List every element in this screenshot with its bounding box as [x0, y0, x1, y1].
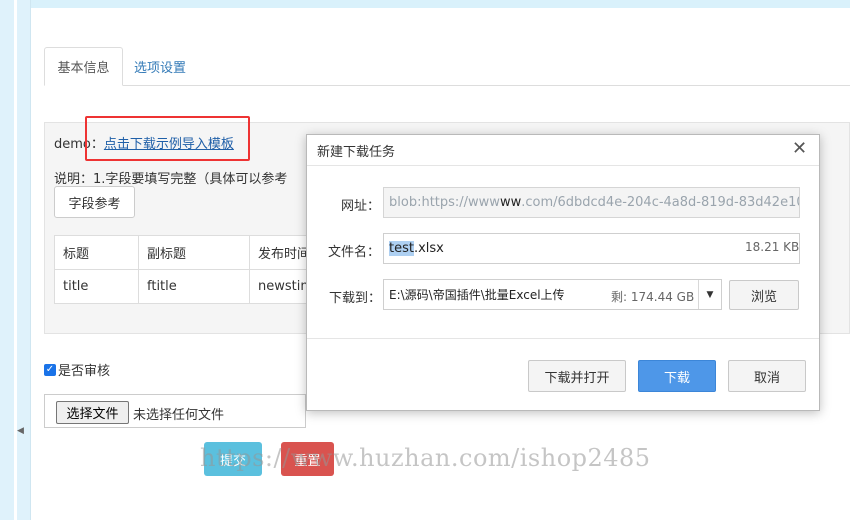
top-strip — [0, 0, 850, 8]
url-field: blob:https://www ww .com/6dbdcd4e-204c-4a8… — [383, 187, 800, 218]
url-host-start: ww — [499, 195, 522, 210]
tab-basic-info[interactable]: 基本信息 — [44, 47, 123, 86]
table-header: 发布时间 — [248, 235, 315, 270]
browse-button[interactable]: 浏览 — [729, 280, 799, 310]
dialog-divider — [307, 165, 819, 166]
filename-label: 文件名： — [328, 245, 381, 260]
review-checkbox-label: 是否审核 — [58, 364, 111, 379]
review-checkbox-row[interactable]: ✓ 是否审核 — [44, 360, 110, 379]
table-row: title ftitle newstim — [54, 269, 315, 304]
dialog-footer-divider — [307, 338, 819, 339]
free-space: 剩: 174.44 GB — [611, 290, 695, 304]
filename-ext: .xlsx — [413, 241, 444, 256]
highlight-box — [85, 116, 250, 161]
dialog-title: 新建下载任务 — [317, 145, 396, 160]
field-reference-button[interactable]: 字段参考 — [54, 186, 135, 218]
file-size: 18.21 KB — [745, 240, 800, 254]
file-status: 未选择任何文件 — [133, 408, 225, 423]
table-header-row: 标题 副标题 发布时间 — [54, 235, 315, 270]
filename-input[interactable]: test .xlsx — [383, 233, 800, 264]
table-cell: title — [54, 269, 139, 304]
cancel-button[interactable]: 取消 — [728, 360, 806, 392]
table-header: 副标题 — [138, 235, 250, 270]
collapse-left-icon[interactable]: ◀ — [17, 426, 24, 436]
url-suffix: .com/6dbdcd4e-204c-4a8d-819d-83d42e10 — [521, 195, 800, 210]
checkbox-checked-icon[interactable]: ✓ — [44, 363, 56, 376]
filename-selected: test — [389, 241, 414, 256]
left-gutter-divider — [14, 0, 17, 520]
table-cell: newstim — [248, 269, 315, 304]
url-label: 网址： — [341, 199, 381, 214]
chevron-down-icon[interactable]: ▼ — [698, 280, 721, 309]
download-button[interactable]: 下载 — [638, 360, 716, 392]
watermark: https://www.huzhan.com/ishop2485 — [200, 444, 651, 472]
description-text: 说明：1.字段要填写完整（具体可以参考 — [54, 172, 288, 187]
tab-options[interactable]: 选项设置 — [134, 57, 186, 76]
saveto-label: 下载到： — [329, 291, 382, 306]
tab-underline — [44, 85, 850, 86]
table-cell: ftitle — [138, 269, 250, 304]
url-prefix: blob:https://www — [389, 195, 500, 210]
table-header: 标题 — [54, 235, 139, 270]
close-icon[interactable]: ✕ — [792, 140, 807, 158]
download-and-open-button[interactable]: 下载并打开 — [528, 360, 626, 392]
choose-file-button[interactable]: 选择文件 — [56, 401, 129, 424]
field-table: 标题 副标题 发布时间 title ftitle newstim — [54, 235, 315, 304]
save-path: E:\源码\帝国插件\批量Excel上传 — [389, 288, 565, 302]
